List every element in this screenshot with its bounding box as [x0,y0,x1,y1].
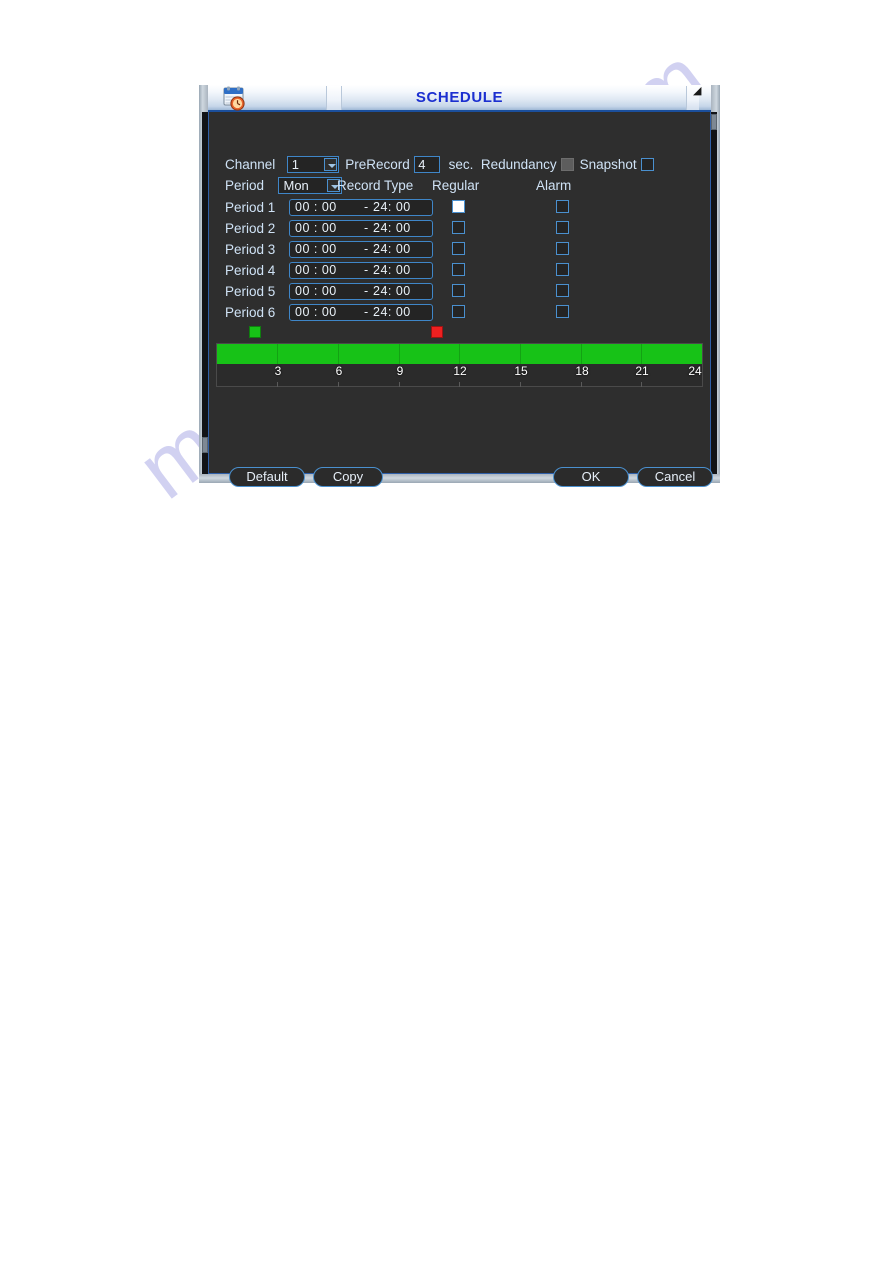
period-end-time[interactable]: 24: 00 [373,284,411,299]
period-name: Period 4 [225,263,276,278]
weekday-select[interactable]: Mon [278,177,343,195]
column-header-regular: Regular [432,178,480,193]
timeline-hour-label: 18 [575,364,589,378]
redundancy-label: Redundancy [480,156,557,172]
redundancy-checkbox [561,158,575,172]
channel-label: Channel [225,156,276,172]
period-select-row: Period Mon [225,177,343,195]
period-start-time[interactable]: 00 : 00 [295,200,337,215]
period-time-field[interactable]: 00 : 00 - 24: 00 [289,220,433,237]
period-regular-checkbox[interactable] [452,242,465,255]
schedule-dialog: SCHEDULE ◢ Channel 1 PreRecord 4 sec. Re… [199,85,720,487]
sec-label: sec. [448,156,474,172]
period-time-field[interactable]: 00 : 00 - 24: 00 [289,304,433,321]
snapshot-checkbox[interactable] [641,158,655,172]
schedule-form: Channel 1 PreRecord 4 sec. Redundancy Sn… [209,112,713,487]
period-time-field[interactable]: 00 : 00 - 24: 00 [289,199,433,216]
cancel-button[interactable]: Cancel [637,467,713,487]
channel-select-value: 1 [291,157,299,173]
period-alarm-checkbox[interactable] [556,263,569,276]
period-name: Period 2 [225,221,276,236]
legend-swatch-alarm [431,325,443,338]
ok-button[interactable]: OK [553,467,629,487]
period-start-time[interactable]: 00 : 00 [295,284,337,299]
time-range-dash: - [364,221,369,235]
timeline-hour-label: 12 [453,364,467,378]
chevron-down-icon[interactable] [323,158,337,172]
period-end-time[interactable]: 24: 00 [373,263,411,278]
timeline-hour-label: 24 [688,364,702,378]
period-regular-checkbox[interactable] [452,305,465,318]
prerecord-input[interactable]: 4 [414,156,441,174]
dialog-body: Channel 1 PreRecord 4 sec. Redundancy Sn… [208,112,713,487]
period-name: Period 6 [225,305,276,320]
period-end-time[interactable]: 24: 00 [373,221,411,236]
time-range-dash: - [364,284,369,298]
time-range-dash: - [364,263,369,277]
period-regular-checkbox[interactable] [452,200,465,213]
period-alarm-checkbox[interactable] [556,284,569,297]
period-start-time[interactable]: 00 : 00 [295,242,337,257]
legend-swatch-regular [249,325,261,338]
resize-corner-icon[interactable]: ◢ [693,86,702,98]
snapshot-label: Snapshot [579,156,637,172]
scrollbar-right[interactable] [711,112,717,474]
period-time-field[interactable]: 00 : 00 - 24: 00 [289,241,433,258]
period-alarm-checkbox[interactable] [556,305,569,318]
copy-button[interactable]: Copy [313,467,383,487]
period-name: Period 1 [225,200,276,215]
timeline-hour-label: 6 [335,364,343,378]
period-end-time[interactable]: 24: 00 [373,242,411,257]
period-alarm-checkbox[interactable] [556,200,569,213]
timeline-hour-label: 9 [396,364,404,378]
period-alarm-checkbox[interactable] [556,221,569,234]
period-time-field[interactable]: 00 : 00 - 24: 00 [289,262,433,279]
schedule-timeline[interactable]: 3 6 9 12 15 18 21 24 [216,343,703,387]
period-alarm-checkbox[interactable] [556,242,569,255]
prerecord-label: PreRecord [345,156,410,172]
period-end-time[interactable]: 24: 00 [373,305,411,320]
column-header-alarm: Alarm [536,178,572,193]
period-name: Period 3 [225,242,276,257]
channel-row: Channel 1 PreRecord 4 sec. Redundancy Sn… [225,156,655,174]
time-range-dash: - [364,200,369,214]
timeline-hour-label: 15 [514,364,528,378]
record-type-label: Record Type [337,178,414,193]
scrollbar-right-thumb[interactable] [711,114,717,130]
period-time-field[interactable]: 00 : 00 - 24: 00 [289,283,433,300]
period-label: Period [225,177,265,193]
period-start-time[interactable]: 00 : 00 [295,305,337,320]
default-button[interactable]: Default [229,467,305,487]
window-titlebar[interactable]: SCHEDULE ◢ [208,85,711,112]
period-regular-checkbox[interactable] [452,221,465,234]
timeline-hour-label: 3 [274,364,282,378]
period-end-time[interactable]: 24: 00 [373,200,411,215]
timeline-hour-label: 21 [635,364,649,378]
window-title: SCHEDULE [415,89,504,106]
channel-select[interactable]: 1 [286,156,339,174]
time-range-dash: - [364,242,369,256]
period-start-time[interactable]: 00 : 00 [295,263,337,278]
time-range-dash: - [364,305,369,319]
period-start-time[interactable]: 00 : 00 [295,221,337,236]
weekday-select-value: Mon [283,178,309,194]
period-regular-checkbox[interactable] [452,284,465,297]
period-name: Period 5 [225,284,276,299]
period-regular-checkbox[interactable] [452,263,465,276]
